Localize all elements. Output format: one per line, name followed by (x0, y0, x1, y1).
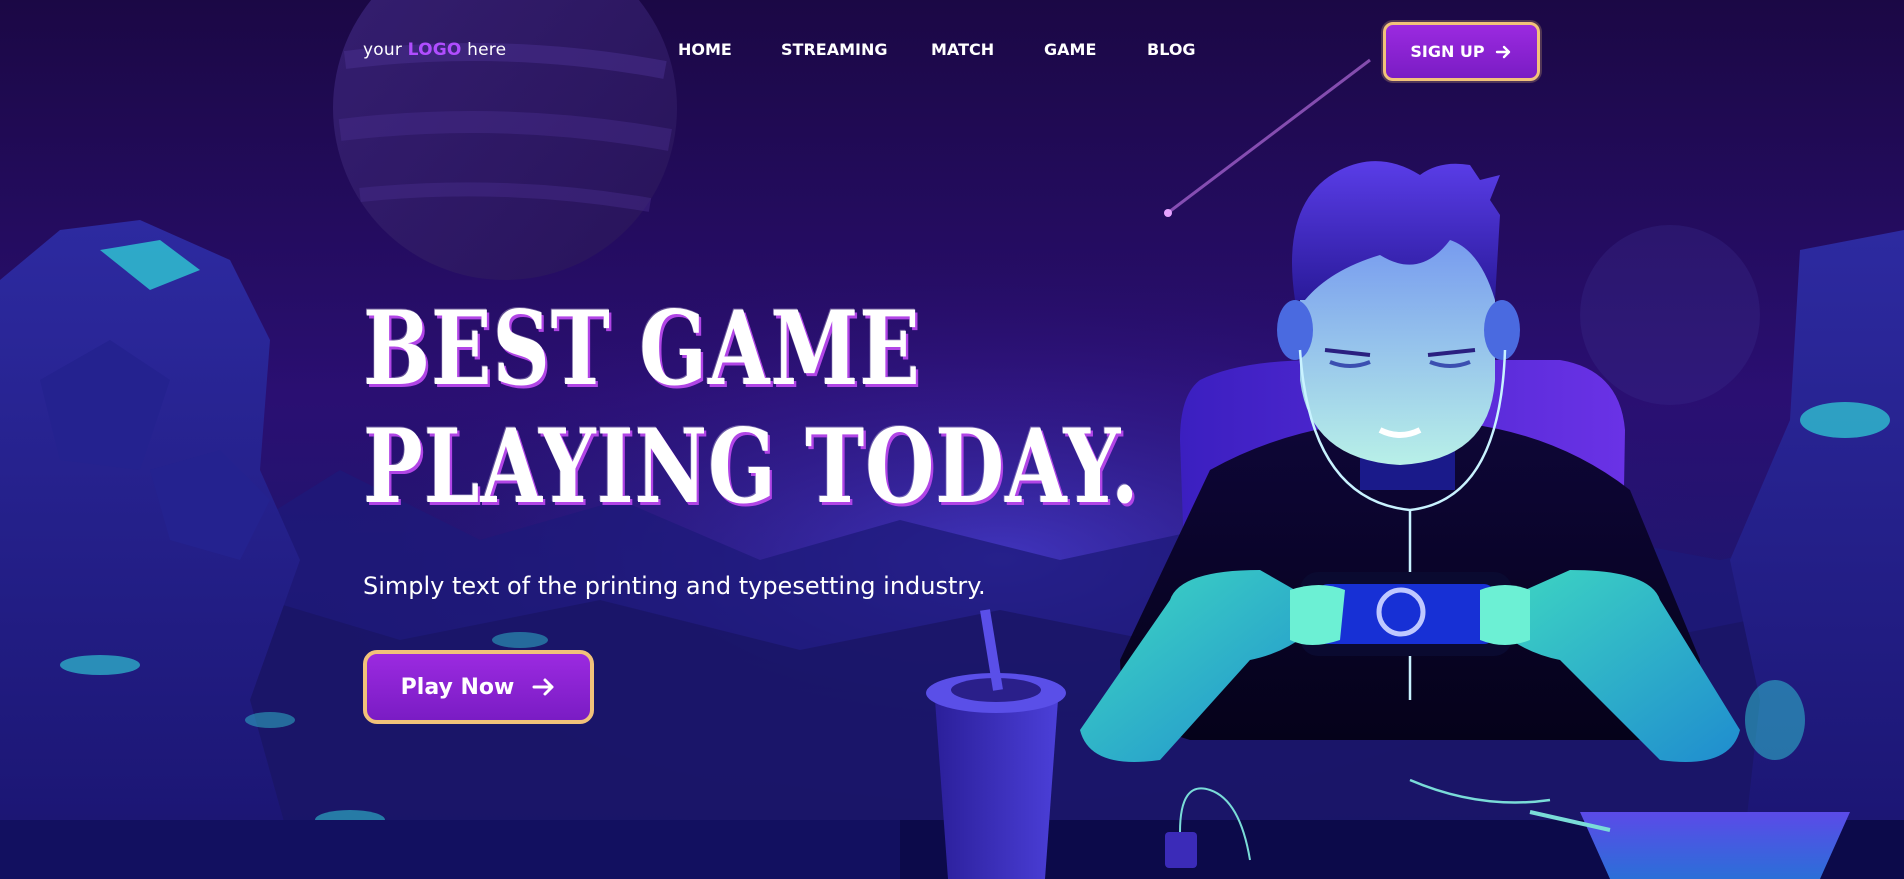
hero-title-line-1: BEST GAME (363, 289, 921, 409)
site-header: your LOGO here HOME STREAMING MATCH GAME… (0, 0, 1904, 100)
nav-streaming[interactable]: STREAMING (781, 40, 887, 59)
sign-up-label: SIGN UP (1410, 42, 1485, 61)
nav-home[interactable]: HOME (678, 40, 732, 59)
hero-title: BEST GAME PLAYING TODAY. (363, 289, 1140, 527)
play-now-button[interactable]: Play Now (363, 650, 594, 724)
arrow-right-icon (1495, 45, 1510, 58)
hero-subtitle: Simply text of the printing and typesett… (363, 572, 986, 600)
nav-blog[interactable]: BLOG (1147, 40, 1196, 59)
play-now-label: Play Now (400, 674, 515, 700)
main-nav: HOME STREAMING MATCH GAME BLOG (0, 40, 1904, 64)
nav-game[interactable]: GAME (1044, 40, 1096, 59)
arrow-right-icon (532, 678, 554, 696)
hero-title-line-2: PLAYING TODAY. (363, 407, 1140, 527)
sign-up-button[interactable]: SIGN UP (1383, 22, 1540, 81)
nav-match[interactable]: MATCH (931, 40, 994, 59)
